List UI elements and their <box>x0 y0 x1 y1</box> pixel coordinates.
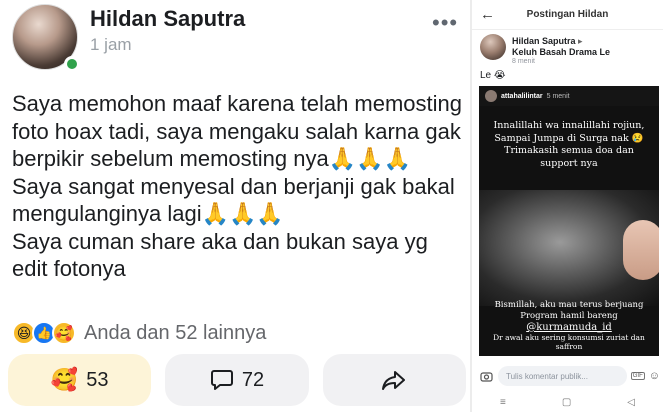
share-button[interactable] <box>322 354 466 406</box>
story-avatar <box>485 90 497 102</box>
phone-header: ← Postingan Hildan <box>472 0 663 30</box>
comment-placeholder: Tulis komentar publik... <box>506 371 588 381</box>
gif-icon[interactable]: GIF <box>630 372 645 380</box>
post-time[interactable]: 1 jam <box>90 35 132 55</box>
story-text-bottom-1: Bismillah, aku mau terus berjuang Progra… <box>494 300 644 321</box>
post-line-2: Saya sangat menyesal dan berjanji gak ba… <box>12 173 461 227</box>
phone-author-line[interactable]: Hildan Saputra ▸ <box>512 36 583 47</box>
author-avatar[interactable] <box>12 4 80 72</box>
care-reaction-icon: 🥰 <box>50 367 79 392</box>
react-count: 53 <box>86 368 109 391</box>
online-status-dot <box>64 56 80 72</box>
share-icon <box>381 369 407 391</box>
emoji-icon[interactable]: ☺ <box>649 370 660 382</box>
finger-shape <box>623 220 659 280</box>
phone-author-name[interactable]: Hildan Saputra <box>512 36 576 46</box>
story-text-bottom: Bismillah, aku mau terus berjuang Progra… <box>485 300 653 351</box>
comment-count: 72 <box>241 368 265 391</box>
comment-input[interactable]: Tulis komentar publik... <box>498 366 627 386</box>
more-options-icon[interactable]: ••• <box>432 10 458 36</box>
story-time: 5 menit <box>546 92 570 100</box>
comment-button[interactable]: 72 <box>165 354 309 406</box>
story-header: attahalilintar 5 menit <box>479 86 659 106</box>
reaction-summary[interactable]: 😆 👍 🥰 Anda dan 52 lainnya <box>12 318 266 348</box>
story-text-top: Innalillahi wa innalillahi rojiun, Sampa… <box>493 120 645 169</box>
facebook-post: Hildan Saputra 1 jam ••• Saya memohon ma… <box>0 0 470 412</box>
home-icon[interactable]: ▢ <box>562 397 571 408</box>
android-nav-bar: ≡ ▢ ◁ <box>472 392 663 412</box>
reactions-summary-text[interactable]: Anda dan 52 lainnya <box>84 322 266 345</box>
phone-screenshot: ← Postingan Hildan Hildan Saputra ▸ Kelu… <box>470 0 663 412</box>
recent-apps-icon[interactable]: ≡ <box>500 397 506 408</box>
phone-comment-bar: Tulis komentar publik... GIF ☺ <box>478 364 660 388</box>
ultrasound-photo <box>479 190 659 306</box>
action-bar: 🥰 53 72 <box>8 354 466 406</box>
react-button[interactable]: 🥰 53 <box>8 354 152 406</box>
camera-icon[interactable] <box>478 368 494 384</box>
post-line-3: Saya cuman share aka dan bukan saya yg e… <box>12 228 434 282</box>
back-arrow-icon[interactable]: ← <box>480 6 495 23</box>
comment-icon <box>210 369 234 391</box>
story-text-bottom-2: Dr awal aku sering konsumsi zuriat dan s… <box>493 333 645 351</box>
post-line-1: Saya memohon maaf karena telah memosting… <box>12 91 469 171</box>
phone-post-header: Hildan Saputra ▸ Keluh Basah Drama Le 8 … <box>480 34 660 68</box>
phone-post-caption: Le 😭 <box>480 70 506 81</box>
care-reaction-icon: 🥰 <box>52 321 76 345</box>
story-screenshot-image[interactable]: attahalilintar 5 menit Innalillahi wa in… <box>479 86 659 356</box>
back-icon[interactable]: ◁ <box>627 397 635 408</box>
phone-header-title: Postingan Hildan <box>526 9 609 20</box>
post-body: Saya memohon maaf karena telah memosting… <box>12 90 464 283</box>
phone-author-avatar[interactable] <box>480 34 506 60</box>
story-mention: @kurmamuda_id <box>526 322 612 333</box>
phone-group-name[interactable]: Keluh Basah Drama Le <box>512 47 610 57</box>
arrow-right-icon: ▸ <box>578 36 583 46</box>
author-name[interactable]: Hildan Saputra <box>90 6 245 32</box>
phone-post-time: 8 menit <box>512 58 535 65</box>
story-username: attahalilintar <box>501 92 543 100</box>
